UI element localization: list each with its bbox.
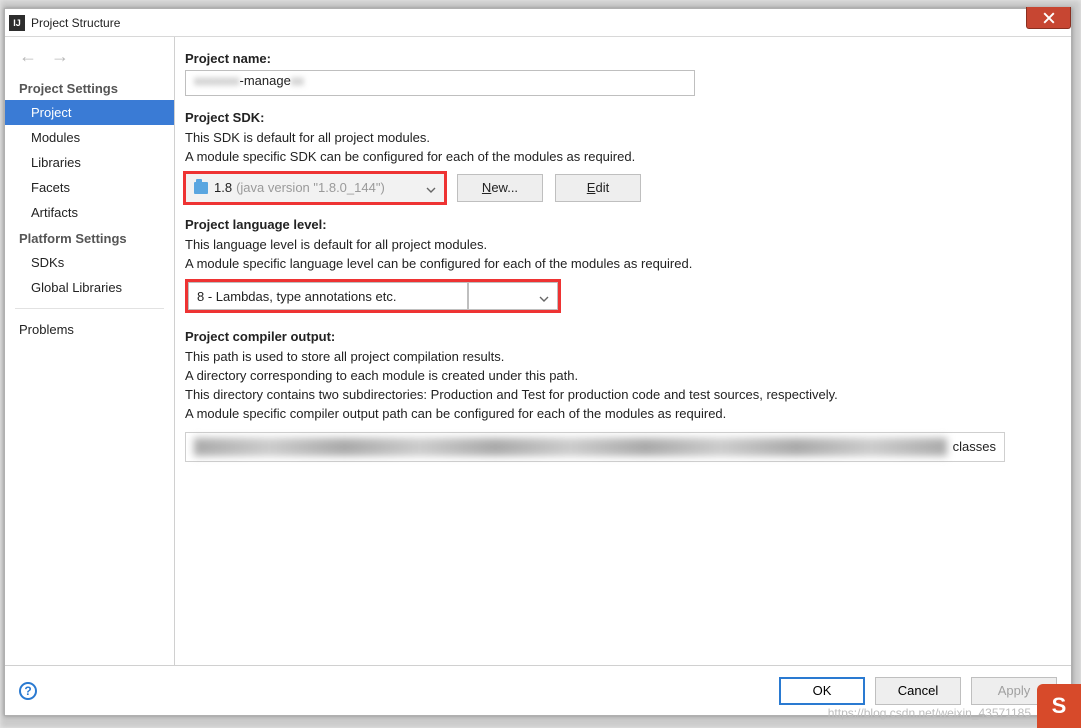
language-level-highlight: 8 - Lambdas, type annotations etc. [185,279,561,313]
folder-icon [194,182,208,194]
sidebar-item-facets[interactable]: Facets [5,175,174,200]
project-sdk-label: Project SDK: [185,110,1053,125]
project-sdk-version: 1.8 [214,180,232,195]
nav-back-icon[interactable]: ← [19,47,37,65]
sidebar-item-artifacts[interactable]: Artifacts [5,200,174,225]
close-icon [1043,12,1055,24]
language-level-selected: 8 - Lambdas, type annotations etc. [197,289,396,304]
sidebar-separator [15,308,164,309]
project-structure-dialog: IJ Project Structure ← → Project Setting… [4,8,1072,716]
compiler-output-desc2: A directory corresponding to each module… [185,367,1053,386]
compiler-output-desc4: A module specific compiler output path c… [185,405,1053,424]
sidebar-item-sdks[interactable]: SDKs [5,250,174,275]
compiler-output-label: Project compiler output: [185,329,1053,344]
project-sdk-desc1: This SDK is default for all project modu… [185,129,1053,148]
cancel-button[interactable]: Cancel [875,677,961,705]
project-name-label: Project name: [185,51,1053,66]
edit-sdk-button[interactable]: Edit [555,174,641,202]
window-title: Project Structure [31,16,120,30]
sidebar-item-global-libraries[interactable]: Global Libraries [5,275,174,300]
watermark-text: https://blog.csdn.net/weixin_43571185 [828,706,1031,720]
language-level-desc1: This language level is default for all p… [185,236,1053,255]
sidebar-group-platform-settings: Platform Settings [5,225,174,250]
compiler-output-desc3: This directory contains two subdirectori… [185,386,1053,405]
nav-forward-icon[interactable]: → [51,47,69,65]
content-panel: Project name: xxxxxxx-managexx Project S… [175,37,1071,665]
chevron-down-icon [426,183,436,198]
project-sdk-desc2: A module specific SDK can be configured … [185,148,1053,167]
language-level-label: Project language level: [185,217,1053,232]
chevron-down-icon [539,292,549,307]
titlebar: IJ Project Structure [5,9,1071,37]
project-name-value: -manage [240,73,291,88]
project-name-input[interactable]: xxxxxxx-managexx [185,70,695,96]
watermark-badge: S [1037,684,1081,728]
sidebar-item-libraries[interactable]: Libraries [5,150,174,175]
language-level-combo[interactable]: 8 - Lambdas, type annotations etc. [188,282,468,310]
sidebar-item-project[interactable]: Project [5,100,174,125]
help-button[interactable]: ? [19,682,37,700]
new-sdk-button[interactable]: New... [457,174,543,202]
project-sdk-detail: (java version "1.8.0_144") [236,180,385,195]
close-button[interactable] [1026,7,1071,29]
compiler-output-desc1: This path is used to store all project c… [185,348,1053,367]
project-sdk-combo[interactable]: 1.8 (java version "1.8.0_144") [185,173,445,203]
sidebar-item-problems[interactable]: Problems [5,317,174,342]
compiler-output-suffix: classes [953,439,996,454]
sidebar: ← → Project Settings Project Modules Lib… [5,37,175,665]
compiler-output-blurred-path [194,438,947,456]
language-level-chevron-area[interactable] [468,282,558,310]
app-icon: IJ [9,15,25,31]
compiler-output-input[interactable]: classes [185,432,1005,462]
sidebar-group-project-settings: Project Settings [5,75,174,100]
sidebar-item-modules[interactable]: Modules [5,125,174,150]
ok-button[interactable]: OK [779,677,865,705]
language-level-desc2: A module specific language level can be … [185,255,1053,274]
